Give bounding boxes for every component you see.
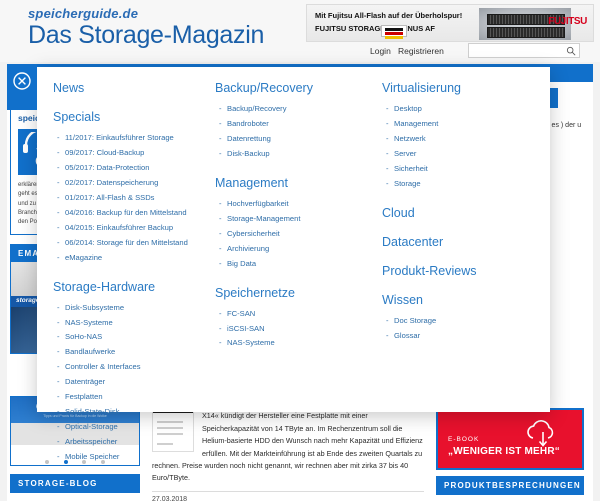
- menu-item[interactable]: 05/2017: Data-Protection: [53, 161, 195, 176]
- close-menu-button[interactable]: [7, 64, 37, 110]
- menu-item[interactable]: Hochverfügbarkeit: [215, 197, 360, 212]
- menu-heading-management[interactable]: Management: [215, 176, 360, 191]
- menu-item[interactable]: SoHo-NAS: [53, 330, 195, 345]
- menu-list: 11/2017: Einkaufsführer Storage09/2017: …: [53, 131, 195, 266]
- menu-heading-news[interactable]: News: [53, 81, 195, 96]
- page-root: speicherguide.de Das Storage-Magazin Mit…: [0, 0, 600, 501]
- menu-list: Disk-SubsystemeNAS-SystemeSoHo-NASBandla…: [53, 301, 195, 465]
- menu-item[interactable]: 01/2017: All-Flash & SSDs: [53, 191, 195, 206]
- menu-item[interactable]: Mobile Speicher: [53, 450, 195, 465]
- menu-heading-speichernetze[interactable]: Speichernetze: [215, 286, 360, 301]
- menu-item[interactable]: Archivierung: [215, 242, 360, 257]
- menu-item[interactable]: Management: [382, 117, 540, 132]
- menu-item[interactable]: Netzwerk: [382, 132, 540, 147]
- menu-item[interactable]: NAS-Systeme: [215, 336, 360, 351]
- menu-item[interactable]: 04/2015: Einkaufsführer Backup: [53, 221, 195, 236]
- menu-item[interactable]: 11/2017: Einkaufsführer Storage: [53, 131, 195, 146]
- site-brand[interactable]: speicherguide.de Das Storage-Magazin: [28, 6, 264, 48]
- menu-item[interactable]: Cybersicherheit: [215, 227, 360, 242]
- menu-heading-virtualisierung[interactable]: Virtualisierung: [382, 81, 540, 96]
- menu-item[interactable]: Festplatten: [53, 390, 195, 405]
- menu-heading-produkt-reviews[interactable]: Produkt-Reviews: [382, 264, 540, 279]
- close-icon[interactable]: [13, 72, 31, 90]
- menu-heading-wissen[interactable]: Wissen: [382, 293, 540, 308]
- menu-item[interactable]: Controller & Interfaces: [53, 360, 195, 375]
- menu-item[interactable]: Sicherheit: [382, 162, 540, 177]
- menu-list: Doc StorageGlossar: [382, 314, 540, 344]
- menu-item[interactable]: Doc Storage: [382, 314, 540, 329]
- register-link[interactable]: Registrieren: [398, 46, 444, 56]
- menu-item[interactable]: Glossar: [382, 329, 540, 344]
- fujitsu-logo: FUJITSU: [548, 16, 587, 27]
- menu-item[interactable]: 02/2017: Datenspeicherung: [53, 176, 195, 191]
- menu-item[interactable]: Disk-Subsysteme: [53, 301, 195, 316]
- produktbesprechungen-header: PRODUKTBESPRECHUNGEN: [437, 477, 583, 494]
- menu-item[interactable]: iSCSI-SAN: [215, 322, 360, 337]
- storage-blog-box[interactable]: STORAGE-BLOG: [10, 474, 140, 493]
- menu-item[interactable]: FC-SAN: [215, 307, 360, 322]
- produktbesprechungen-box[interactable]: PRODUKTBESPRECHUNGEN: [436, 476, 584, 495]
- mega-menu-panel: News Specials 11/2017: Einkaufsführer Stor…: [37, 67, 550, 465]
- menu-heading-storage-hardware[interactable]: Storage-Hardware: [53, 280, 195, 295]
- menu-heading-specials[interactable]: Specials: [53, 110, 195, 125]
- menu-item[interactable]: Desktop: [382, 102, 540, 117]
- menu-item[interactable]: Disk-Backup: [215, 147, 360, 162]
- mega-menu-columns: News Specials 11/2017: Einkaufsführer Stor…: [37, 67, 550, 467]
- menu-item[interactable]: Bandlaufwerke: [53, 345, 195, 360]
- brand-title: Das Storage-Magazin: [28, 21, 265, 49]
- search-icon[interactable]: [566, 46, 576, 56]
- mega-menu-column-1: News Specials 11/2017: Einkaufsführer Stor…: [37, 81, 205, 467]
- menu-item[interactable]: eMagazine: [53, 251, 195, 266]
- menu-item[interactable]: Optical-Storage: [53, 420, 195, 435]
- menu-heading-backup-recovery[interactable]: Backup/Recovery: [215, 81, 360, 96]
- menu-item[interactable]: Storage: [382, 177, 540, 192]
- menu-list: DesktopManagementNetzwerkServerSicherhei…: [382, 102, 540, 192]
- menu-item[interactable]: 06/2014: Storage für den Mittelstand: [53, 236, 195, 251]
- menu-item[interactable]: Storage-Management: [215, 212, 360, 227]
- search-box[interactable]: [468, 43, 580, 61]
- menu-list: HochverfügbarkeitStorage-ManagementCyber…: [215, 197, 360, 272]
- menu-item[interactable]: Server: [382, 147, 540, 162]
- menu-item[interactable]: Arbeitsspeicher: [53, 435, 195, 450]
- menu-item[interactable]: Big Data: [215, 257, 360, 272]
- fujitsu-ad-banner[interactable]: Mit Fujitsu All-Flash auf der Überholspu…: [306, 4, 594, 42]
- storage-blog-header: STORAGE-BLOG: [11, 475, 139, 492]
- menu-item[interactable]: NAS-Systeme: [53, 316, 195, 331]
- menu-item[interactable]: Backup/Recovery: [215, 102, 360, 117]
- site-header: speicherguide.de Das Storage-Magazin Mit…: [0, 0, 600, 62]
- brand-subtitle: speicherguide.de: [28, 6, 139, 21]
- mega-menu-column-2: Backup/RecoveryBackup/RecoveryBandrobote…: [205, 81, 370, 467]
- search-input[interactable]: [469, 48, 561, 61]
- menu-item[interactable]: Bandroboter: [215, 117, 360, 132]
- menu-item[interactable]: 09/2017: Cloud-Backup: [53, 146, 195, 161]
- menu-item[interactable]: Datenrettung: [215, 132, 360, 147]
- login-link[interactable]: Login: [370, 46, 391, 56]
- menu-list: Backup/RecoveryBandroboterDatenrettungDi…: [215, 102, 360, 162]
- article-date: 27.03.2018: [152, 495, 188, 501]
- menu-heading-cloud[interactable]: Cloud: [382, 206, 540, 221]
- menu-item[interactable]: Solid-State-Disk: [53, 405, 195, 420]
- article-divider: [152, 490, 424, 492]
- menu-item[interactable]: Datenträger: [53, 375, 195, 390]
- made-in-germany-badge: [381, 25, 407, 39]
- mega-menu-column-3: Virtualisierung DesktopManagementNetzwerk…: [370, 81, 550, 467]
- banner-line-1: Mit Fujitsu All-Flash auf der Überholspu…: [315, 11, 463, 20]
- menu-list: FC-SANiSCSI-SANNAS-Systeme: [215, 307, 360, 352]
- menu-item[interactable]: 04/2016: Backup für den Mittelstand: [53, 206, 195, 221]
- menu-heading-datacenter[interactable]: Datacenter: [382, 235, 540, 250]
